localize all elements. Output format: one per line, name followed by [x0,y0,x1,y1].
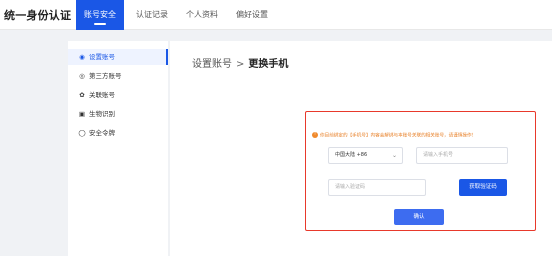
sidebar-item-third-party[interactable]: ◎ 第三方账号 [68,68,168,84]
breadcrumb-parent[interactable]: 设置账号 [192,59,232,70]
link-circle-icon: ◎ [79,72,85,80]
sidebar-item-label: 第三方账号 [89,72,122,80]
user-icon: ◉ [79,53,85,61]
sidebar-item-label: 关联账号 [89,91,115,99]
tab-personal-info[interactable]: 个人资料 [178,0,226,30]
phone-input[interactable]: 请输入手机号 [416,147,508,164]
warning-text: 你目前绑定的【手机号】内容会解绑与本账号关联的相关账号，请谨慎操作！ [320,133,477,139]
get-code-button[interactable]: 获取验证码 [459,179,507,196]
main-panel: 设置账号 > 更换手机 ! 你目前绑定的【手机号】内容会解绑与本账号关联的相关账号，请… [170,41,552,256]
sidebar-item-linked-accounts[interactable]: ✿ 关联账号 [68,87,168,103]
tab-preferences[interactable]: 偏好设置 [228,0,276,30]
shield-icon: ◯ [78,129,86,137]
sidebar-item-label: 安全令牌 [89,129,115,137]
sidebar-item-label: 生物识别 [89,110,115,118]
breadcrumb: 设置账号 > 更换手机 [192,55,288,70]
tab-label: 个人资料 [186,10,218,19]
tab-label: 认证记录 [136,10,168,19]
tab-label: 偏好设置 [236,10,268,19]
top-bar: 统一身份认证 账号安全 认证记录 个人资料 偏好设置 [0,0,552,30]
tab-auth-records[interactable]: 认证记录 [128,0,176,30]
page-title: 更换手机 [248,59,289,70]
confirm-button[interactable]: 确认 [394,209,444,225]
fingerprint-icon: ▣ [78,110,86,118]
tab-label: 账号安全 [84,10,116,19]
phone-placeholder: 请输入手机号 [423,152,454,158]
country-code-select[interactable]: 中国大陆 +86 ⌄ [328,147,403,164]
warning-notice: ! 你目前绑定的【手机号】内容会解绑与本账号关联的相关账号，请谨慎操作！ [312,132,534,139]
sidebar-item-security-token[interactable]: ◯ 安全令牌 [68,125,168,141]
active-tab-indicator [94,23,106,25]
sidebar-item-biometrics[interactable]: ▣ 生物识别 [68,106,168,122]
gear-icon: ✿ [79,91,85,99]
country-code-value: 中国大陆 +86 [335,152,368,158]
code-placeholder: 请输入验证码 [335,184,366,190]
sidebar-item-label: 设置账号 [89,53,115,61]
chevron-down-icon: ⌄ [391,152,397,159]
sidebar: ◉ 设置账号 ◎ 第三方账号 ✿ 关联账号 ▣ 生物识别 ◯ 安全令牌 [68,41,168,256]
verification-code-input[interactable]: 请输入验证码 [328,179,426,196]
sidebar-item-account-settings[interactable]: ◉ 设置账号 [68,49,168,65]
tab-account-security[interactable]: 账号安全 [76,0,124,30]
warning-icon: ! [312,132,318,138]
app-title: 统一身份认证 [4,9,72,22]
change-phone-form: ! 你目前绑定的【手机号】内容会解绑与本账号关联的相关账号，请谨慎操作！ 中国大陆… [305,111,536,231]
breadcrumb-separator: > [236,59,245,70]
